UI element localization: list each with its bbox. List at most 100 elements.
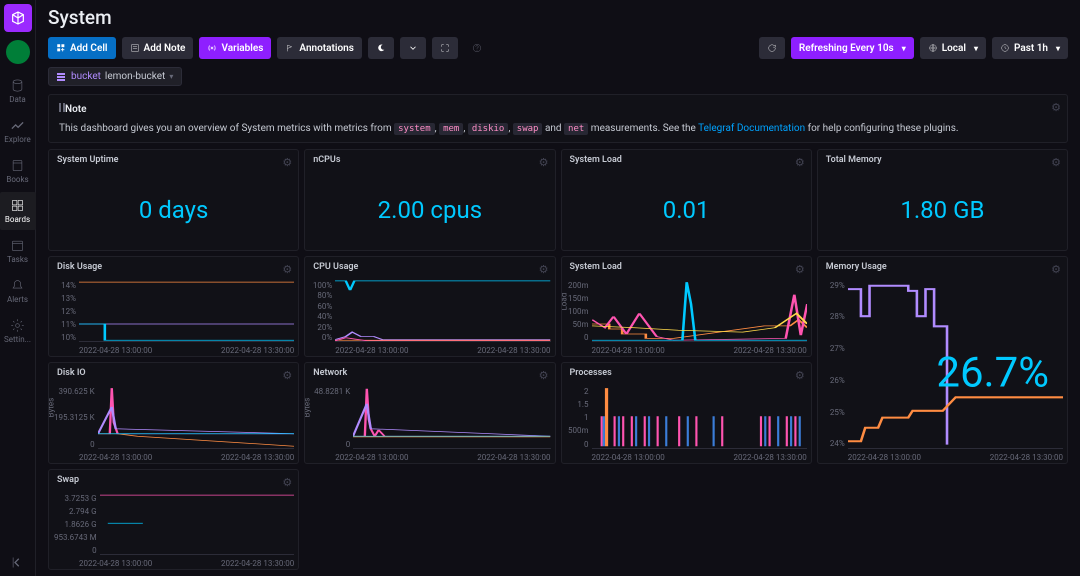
refresh-interval-dropdown[interactable]: Refreshing Every 10s	[791, 37, 914, 59]
cell-system-load-chart[interactable]: ⚙ System Load Load 200m150m100m50m0 2022…	[561, 256, 812, 358]
cell-config-icon[interactable]: ⚙	[282, 156, 292, 169]
cell-system-load-stat[interactable]: ⚙ System Load 0.01	[561, 149, 812, 251]
y-axis: 200m150m100m50m0	[564, 279, 592, 355]
stat-value: 0 days	[49, 170, 298, 250]
expand-icon	[440, 43, 450, 53]
cell-config-icon[interactable]: ⚙	[282, 476, 292, 489]
cell-title: CPU Usage	[305, 257, 554, 277]
y-axis: 29%28%27%26%25%24%	[820, 279, 848, 461]
explore-icon	[10, 118, 25, 133]
variable-chip[interactable]: bucket lemon-bucket ▾	[48, 67, 182, 86]
add-cell-button[interactable]: Add Cell	[48, 37, 116, 59]
add-note-button[interactable]: Add Note	[122, 37, 194, 59]
cell-disk-usage[interactable]: ⚙ Disk Usage 14%13%12%11%10% 2022-04-28 …	[48, 256, 299, 358]
note-icon	[130, 43, 140, 53]
plot-area	[592, 385, 807, 449]
button-label: Local	[942, 43, 966, 54]
y-axis: 48.8281 K0	[307, 385, 353, 461]
avatar[interactable]	[6, 40, 30, 64]
chevron-down-icon	[408, 43, 418, 53]
telegraf-docs-link[interactable]: Telegraf Documentation	[698, 123, 805, 134]
presentation-mode-button[interactable]	[400, 37, 426, 59]
cell-swap[interactable]: ⚙ Swap 3.7253 G2.794 G1.8626 G953.6743 M…	[48, 469, 299, 571]
cell-config-icon[interactable]: ⚙	[282, 369, 292, 382]
cell-config-icon[interactable]: ⚙	[539, 263, 549, 276]
help-button[interactable]	[464, 37, 490, 59]
sidebar-item-label: Tasks	[7, 255, 28, 264]
plot-area	[335, 279, 550, 343]
cell-disk-io[interactable]: ⚙ Disk IO Bytes 390.625 K195.3125 K0 202…	[48, 362, 299, 464]
dark-mode-button[interactable]	[368, 37, 394, 59]
cell-config-icon[interactable]: ⚙	[539, 156, 549, 169]
timerange-dropdown[interactable]: Past 1h	[992, 37, 1068, 59]
sidebar-item-settings[interactable]: Settin...	[0, 312, 36, 350]
sidebar-item-explore[interactable]: Explore	[0, 112, 36, 150]
chevron-down-icon: ▾	[169, 72, 173, 81]
cell-config-icon[interactable]: ⚙	[282, 263, 292, 276]
x-axis: 2022-04-28 13:00:002022-04-28 13:30:00	[592, 453, 807, 462]
cell-title: Disk Usage	[49, 257, 298, 277]
x-axis: 2022-04-28 13:00:002022-04-28 13:30:00	[79, 559, 294, 568]
cell-title: System Uptime	[49, 150, 298, 170]
cell-config-icon[interactable]: ⚙	[795, 156, 805, 169]
sidebar-item-books[interactable]: Books	[0, 152, 36, 190]
x-axis: 2022-04-28 13:00:002022-04-28 13:30:00	[848, 453, 1063, 462]
x-axis: 2022-04-28 13:00:002022-04-28 13:30:00	[79, 346, 294, 355]
y-axis: 14%13%12%11%10%	[51, 279, 79, 355]
y-axis: 100%80%60%40%20%0%	[307, 279, 335, 355]
cell-config-icon[interactable]: ⚙	[1051, 156, 1061, 169]
variable-name: bucket	[71, 71, 101, 82]
plot-area	[79, 279, 294, 343]
refresh-icon	[767, 43, 777, 53]
button-label: Variables	[221, 43, 263, 54]
sidebar-item-data[interactable]: Data	[0, 72, 36, 110]
annotations-button[interactable]: Annotations	[277, 37, 361, 59]
main-content: System Add Cell Add Note Variables Annot…	[36, 0, 1080, 576]
cell-cpu-usage[interactable]: ⚙ CPU Usage 100%80%60%40%20%0% 2022-04-2…	[304, 256, 555, 358]
sidebar-item-label: Alerts	[7, 295, 28, 304]
y-axis: 3.7253 G2.794 G1.8626 G953.6743 M0	[51, 492, 100, 568]
cell-title: System Load	[562, 257, 811, 277]
y-axis: 21.51500m0	[564, 385, 592, 461]
y-axis: 390.625 K195.3125 K0	[51, 385, 98, 461]
variables-button[interactable]: Variables	[199, 37, 271, 59]
cell-processes[interactable]: ⚙ Processes 21.51500m0 2022-04-28 13:00:…	[561, 362, 812, 464]
clock-icon	[1000, 43, 1010, 53]
plot-area	[353, 385, 550, 449]
y-label: Bytes	[48, 397, 56, 417]
cell-total-memory[interactable]: ⚙ Total Memory 1.80 GB	[817, 149, 1068, 251]
sidebar-item-boards[interactable]: Boards	[0, 192, 36, 230]
grid-icon	[10, 198, 25, 213]
note-body: This dashboard gives you an overview of …	[59, 123, 1057, 134]
sidebar-item-label: Books	[6, 175, 28, 184]
sidebar-collapse-button[interactable]	[0, 549, 36, 576]
y-label: Bytes	[304, 397, 312, 417]
bell-icon	[10, 278, 25, 293]
fullscreen-button[interactable]	[432, 37, 458, 59]
cell-system-uptime[interactable]: ⚙ System Uptime 0 days	[48, 149, 299, 251]
cell-network[interactable]: ⚙ Network Bytes 48.8281 K0 2022-04-28 13…	[304, 362, 555, 464]
grid-plus-icon	[56, 43, 66, 53]
y-label: Load	[561, 293, 569, 311]
stat-value: 1.80 GB	[818, 170, 1067, 250]
x-axis: 2022-04-28 13:00:002022-04-28 13:30:00	[79, 453, 294, 462]
sidebar-item-label: Settin...	[4, 335, 31, 344]
cell-config-icon[interactable]: ⚙	[1051, 101, 1061, 114]
variable-row: bucket lemon-bucket ▾	[48, 67, 1068, 86]
refresh-button[interactable]	[759, 37, 785, 59]
globe-icon	[928, 43, 938, 53]
cell-config-icon[interactable]: ⚙	[1051, 263, 1061, 276]
cell-title: Network	[305, 363, 554, 383]
sidebar-item-tasks[interactable]: Tasks	[0, 232, 36, 270]
cell-ncpus[interactable]: ⚙ nCPUs 2.00 cpus	[304, 149, 555, 251]
sidebar-item-alerts[interactable]: Alerts	[0, 272, 36, 310]
logo-icon[interactable]	[4, 4, 32, 32]
cell-config-icon[interactable]: ⚙	[539, 369, 549, 382]
cell-config-icon[interactable]: ⚙	[795, 263, 805, 276]
plot-area	[98, 385, 295, 449]
cell-memory-usage[interactable]: ⚙ Memory Usage 29%28%27%26%25%24% 26.7% …	[817, 256, 1068, 464]
timezone-dropdown[interactable]: Local	[920, 37, 986, 59]
moon-icon	[376, 43, 386, 53]
cell-config-icon[interactable]: ⚙	[795, 369, 805, 382]
plot-area	[592, 279, 807, 343]
